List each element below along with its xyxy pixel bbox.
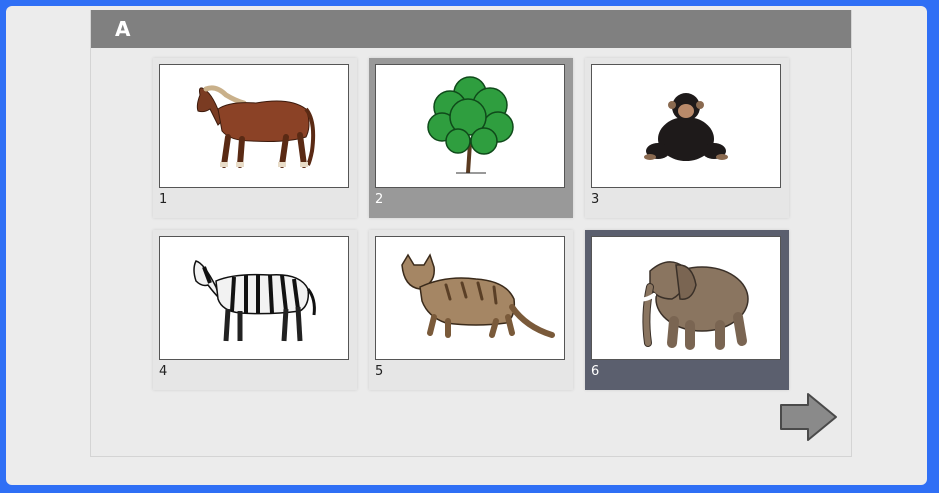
card-image-frame (591, 236, 781, 360)
zebra-image (193, 260, 316, 342)
card-number: 3 (591, 192, 600, 207)
image-card-zebra[interactable]: 4 (153, 230, 357, 390)
card-image-frame (159, 64, 349, 188)
chimpanzee-image (644, 93, 728, 161)
image-card-horse[interactable]: 1 (153, 58, 357, 218)
elephant-image (634, 261, 749, 350)
cat-image (401, 253, 555, 338)
image-card-chimpanzee[interactable]: 3 (585, 58, 789, 218)
tree-image (427, 76, 514, 174)
horse-image (196, 85, 316, 168)
image-card-elephant[interactable]: 6 (585, 230, 789, 390)
card-number: 2 (375, 192, 384, 207)
content-panel: A 1 2 3 4 5 6 (90, 10, 852, 457)
card-number: 4 (159, 364, 168, 379)
page-title: A (115, 17, 131, 41)
card-number: 5 (375, 364, 384, 379)
right-arrow-icon[interactable] (778, 392, 840, 442)
card-number: 6 (591, 364, 600, 379)
card-image-frame (375, 64, 565, 188)
panel-header: A (91, 10, 851, 48)
card-image-frame (375, 236, 565, 360)
app-frame: A 1 2 3 4 5 6 (6, 6, 927, 485)
card-image-frame (591, 64, 781, 188)
card-number: 1 (159, 192, 168, 207)
image-card-cat[interactable]: 5 (369, 230, 573, 390)
card-image-frame (159, 236, 349, 360)
image-card-tree[interactable]: 2 (369, 58, 573, 218)
